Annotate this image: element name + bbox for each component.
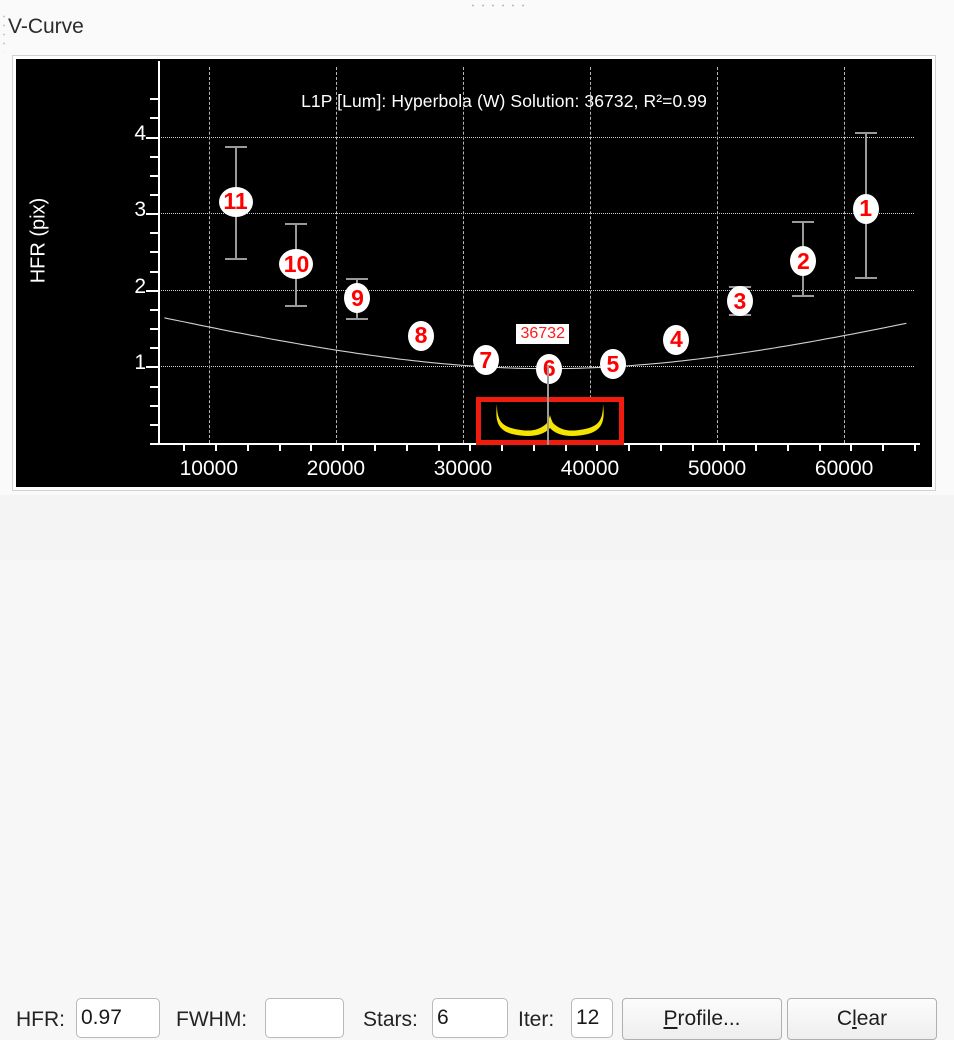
error-bar-cap	[285, 223, 308, 226]
profile-button-mnemonic: P	[663, 1007, 678, 1030]
stars-field[interactable]: 6	[432, 998, 508, 1038]
status-toolbar: HFR: 0.97 FWHM: Stars: 6 Iter: 12 Profil…	[0, 495, 954, 1040]
data-point-marker[interactable]: 5	[599, 349, 626, 380]
error-bar-cap	[792, 295, 815, 298]
solution-marker-line	[547, 364, 550, 446]
data-point-marker[interactable]: 7	[472, 345, 499, 376]
clear-button[interactable]: Clear	[787, 998, 937, 1040]
page-title: V-Curve	[8, 15, 84, 38]
iter-field[interactable]: 12	[571, 998, 613, 1038]
hfr-field[interactable]: 0.97	[76, 998, 160, 1038]
iter-label: Iter:	[518, 1008, 555, 1031]
focus-star-profile-inset[interactable]	[476, 397, 625, 446]
data-point-marker[interactable]: 11	[218, 186, 253, 217]
error-bar-cap	[346, 278, 369, 281]
error-bar-cap	[224, 257, 247, 260]
data-point-marker[interactable]: 3	[726, 286, 753, 317]
error-bar-cap	[285, 305, 308, 308]
horizontal-drag-grip-icon[interactable]	[468, 3, 528, 8]
error-bar-cap	[224, 145, 247, 148]
hfr-label: HFR:	[16, 1008, 65, 1031]
profile-button-label: rofile...	[677, 1007, 741, 1030]
data-point-marker[interactable]: 1	[852, 193, 879, 224]
chart-frame: L1P [Lum]: Hyperbola (W) Solution: 36732…	[12, 55, 936, 491]
plot-area[interactable]: 1 2 3 4 10000 20000 30000 40000 50000 60000 11 10 9 8…	[16, 59, 932, 487]
solution-annotation: 36732	[516, 324, 569, 345]
w-wave-profile-icon	[496, 404, 605, 437]
profile-button[interactable]: Profile...	[622, 998, 782, 1040]
fwhm-label: FWHM:	[176, 1008, 248, 1031]
data-point-marker[interactable]: 4	[663, 324, 690, 355]
v-curve-chart[interactable]: L1P [Lum]: Hyperbola (W) Solution: 36732…	[16, 59, 932, 487]
error-bar-cap	[854, 277, 877, 280]
error-bar-cap	[346, 318, 369, 321]
error-bar-cap	[792, 220, 815, 223]
stars-label: Stars:	[363, 1008, 418, 1031]
v-curve-panel: V-Curve L1P [Lum]: Hyperbola (W) Solutio…	[0, 0, 954, 1040]
data-point-marker[interactable]: 10	[279, 249, 314, 280]
fwhm-field[interactable]	[265, 998, 344, 1038]
error-bar-cap	[854, 131, 877, 134]
data-point-marker[interactable]: 8	[408, 320, 434, 351]
clear-button-label-post: ear	[856, 1007, 888, 1030]
clear-button-label-pre: C	[836, 1007, 853, 1030]
vertical-drag-grip-icon[interactable]	[2, 12, 6, 52]
